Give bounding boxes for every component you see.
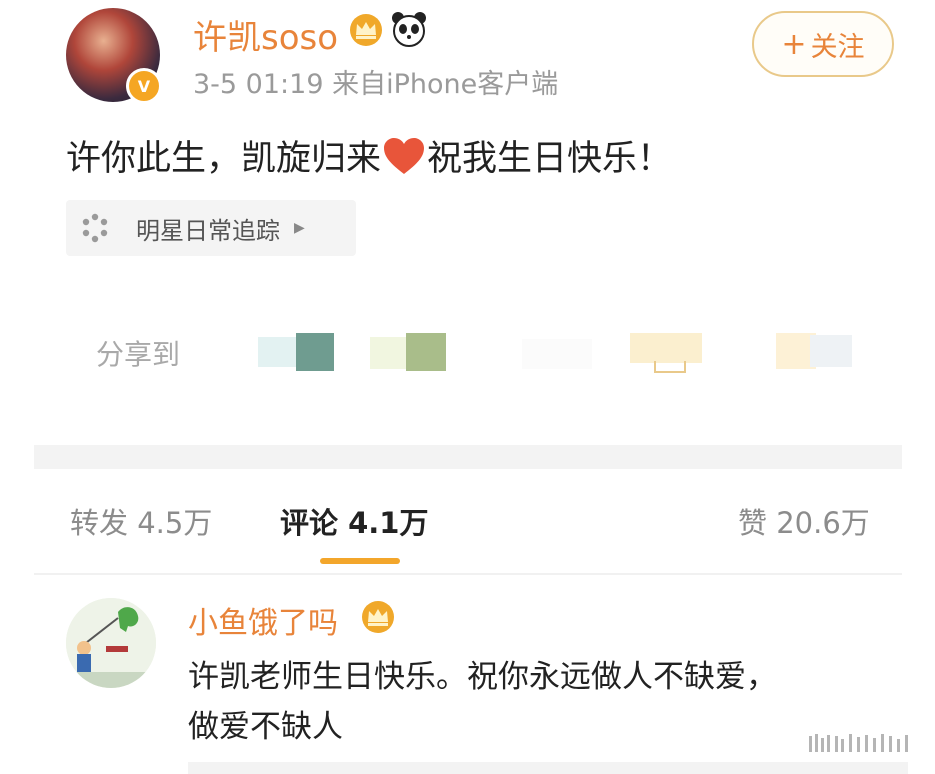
comment-text: 许凯老师生日快乐。祝你永远做人不缺爱， 做爱不缺人: [188, 652, 878, 752]
crown-icon: [362, 601, 394, 633]
active-tab-indicator: [320, 558, 400, 564]
section-divider: [34, 445, 902, 469]
panda-icon: [392, 12, 426, 47]
share-target-3-icon[interactable]: [512, 333, 598, 373]
author-avatar[interactable]: V: [66, 8, 162, 104]
bottom-divider: [188, 762, 908, 774]
share-label: 分享到: [96, 338, 181, 371]
watermark-logo: [805, 730, 917, 756]
heart-icon: [384, 138, 425, 174]
crown-icon: [350, 14, 382, 46]
author-username[interactable]: 许凯soso: [193, 10, 338, 59]
share-target-4-icon[interactable]: [630, 333, 706, 373]
comment-text-line1: 许凯老师生日快乐。祝你永远做人不缺爱，: [188, 659, 777, 695]
topic-chip[interactable]: 明星日常追踪 ▶: [66, 200, 356, 256]
share-target-2-icon[interactable]: [370, 333, 446, 373]
commenter-avatar-image: [66, 598, 156, 688]
commenter-avatar[interactable]: [66, 598, 156, 688]
share-target-5-icon[interactable]: [776, 333, 856, 373]
tab-likes[interactable]: 赞 20.6万: [738, 500, 870, 542]
follow-label: 关注: [810, 31, 865, 63]
verified-v-icon: V: [126, 68, 162, 104]
post-text: 许你此生，凯旋归来 祝我生日快乐！: [66, 130, 672, 181]
post-text-part2: 祝我生日快乐！: [427, 139, 673, 179]
arrow-right-icon: ▶: [294, 220, 305, 236]
tab-reposts[interactable]: 转发 4.5万: [70, 500, 212, 542]
share-target-1-icon[interactable]: [258, 333, 334, 373]
post-text-part1: 许你此生，凯旋归来: [66, 139, 382, 179]
topic-label: 明星日常追踪: [136, 216, 280, 245]
tab-comments[interactable]: 评论 4.1万: [280, 500, 428, 542]
post-meta: 3-5 01:19 来自iPhone客户端: [193, 69, 559, 100]
comment-text-line2: 做爱不缺人: [188, 709, 343, 745]
topic-dots-icon: [82, 213, 108, 243]
plus-icon: +: [781, 26, 807, 62]
follow-button[interactable]: + 关注: [752, 11, 894, 77]
commenter-username[interactable]: 小鱼饿了吗: [188, 598, 338, 642]
tabs-divider: [34, 573, 902, 575]
